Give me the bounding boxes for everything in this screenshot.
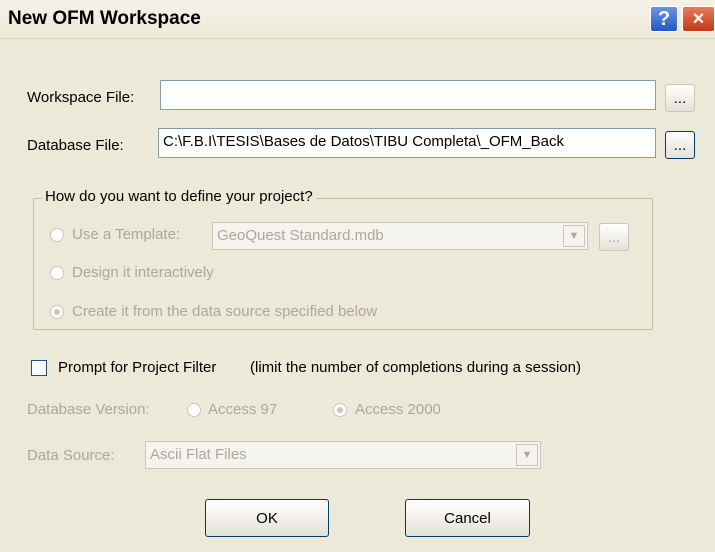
close-icon: × xyxy=(692,7,705,30)
template-browse-button[interactable]: ... xyxy=(599,223,629,251)
workspace-file-label: Workspace File: xyxy=(27,89,135,106)
help-button[interactable]: ? xyxy=(650,6,678,32)
create-from-source-label: Create it from the data source specified… xyxy=(72,303,378,320)
workspace-file-input[interactable] xyxy=(160,80,656,110)
template-value: GeoQuest Standard.mdb xyxy=(217,227,384,244)
use-template-radio[interactable] xyxy=(50,228,64,242)
design-interactively-label: Design it interactively xyxy=(72,264,214,281)
data-source-label: Data Source: xyxy=(27,447,115,464)
close-button[interactable]: × xyxy=(682,6,715,32)
database-file-input[interactable]: C:\F.B.I\TESIS\Bases de Datos\TIBU Compl… xyxy=(158,128,656,158)
access-97-radio[interactable] xyxy=(187,403,201,417)
database-file-label: Database File: xyxy=(27,137,124,154)
prompt-filter-hint: (limit the number of completions during … xyxy=(250,359,581,376)
cancel-button[interactable]: Cancel xyxy=(405,499,530,537)
access-2000-label: Access 2000 xyxy=(355,401,441,418)
access-2000-radio[interactable] xyxy=(333,403,347,417)
prompt-filter-checkbox[interactable] xyxy=(31,360,47,376)
data-source-select[interactable]: Ascii Flat Files ▼ xyxy=(145,441,541,469)
design-interactively-radio[interactable] xyxy=(50,266,64,280)
create-from-source-radio[interactable] xyxy=(50,305,64,319)
title-bar: New OFM Workspace ? × xyxy=(0,0,715,39)
ok-button[interactable]: OK xyxy=(205,499,329,537)
database-version-label: Database Version: xyxy=(27,401,150,418)
template-select[interactable]: GeoQuest Standard.mdb ▼ xyxy=(212,222,588,250)
help-icon: ? xyxy=(657,7,671,30)
window-title: New OFM Workspace xyxy=(8,8,201,29)
project-definition-legend: How do you want to define your project? xyxy=(42,188,316,205)
database-browse-button[interactable]: ... xyxy=(665,131,695,159)
chevron-down-icon[interactable]: ▼ xyxy=(516,444,538,466)
use-template-label: Use a Template: xyxy=(72,226,181,243)
prompt-filter-label: Prompt for Project Filter xyxy=(58,359,217,376)
data-source-value: Ascii Flat Files xyxy=(150,446,247,463)
chevron-down-icon[interactable]: ▼ xyxy=(563,225,585,247)
workspace-browse-button[interactable]: ... xyxy=(665,84,695,112)
access-97-label: Access 97 xyxy=(208,401,278,418)
